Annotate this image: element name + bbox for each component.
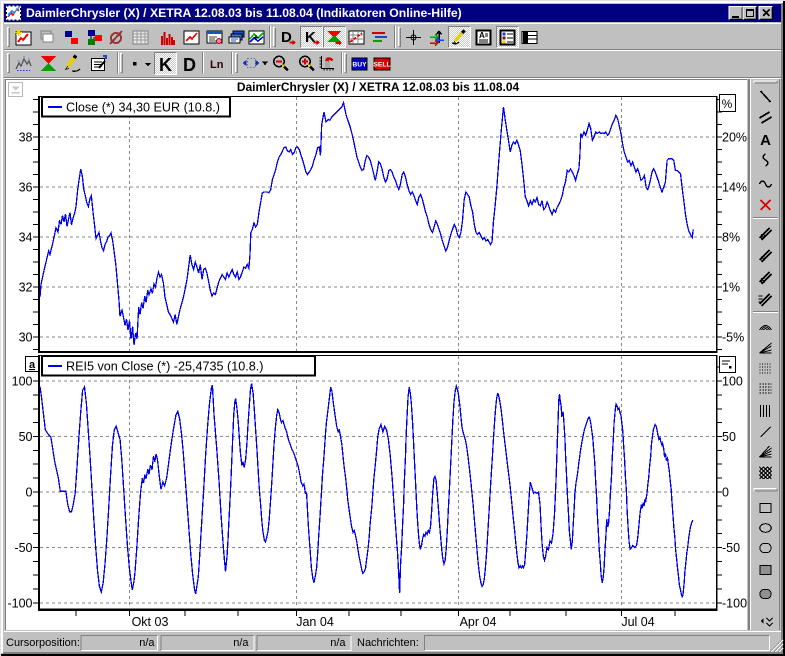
svg-text:a: a	[29, 359, 36, 371]
svg-text:50: 50	[19, 430, 33, 444]
svg-text:DaimlerChrysler (X) / XETRA 12: DaimlerChrysler (X) / XETRA 12.08.03 bis…	[237, 80, 520, 94]
svg-text:34: 34	[19, 231, 33, 245]
svg-text:14%: 14%	[722, 181, 747, 195]
svg-text:-100: -100	[722, 597, 747, 611]
svg-text:Jan 04: Jan 04	[296, 615, 334, 629]
svg-text:0: 0	[26, 486, 33, 500]
svg-text:30: 30	[19, 331, 33, 345]
svg-text:20%: 20%	[722, 131, 747, 145]
svg-text:-50: -50	[722, 541, 740, 555]
svg-text:Close (*) 34,30 EUR (10.8.): Close (*) 34,30 EUR (10.8.)	[66, 101, 220, 115]
svg-text:36: 36	[19, 181, 33, 195]
svg-text:%: %	[722, 97, 733, 111]
svg-text:D: D	[183, 55, 196, 75]
svg-text:Cursorposition:: Cursorposition:	[6, 637, 80, 649]
svg-text:REI5 von Close (*) -25,4735 (1: REI5 von Close (*) -25,4735 (10.8.)	[66, 360, 263, 374]
svg-text:1%: 1%	[722, 281, 740, 295]
svg-text:DaimlerChrysler (X) / XETRA 12: DaimlerChrysler (X) / XETRA 12.08.03 bis…	[26, 6, 462, 20]
svg-text:D: D	[281, 29, 292, 46]
svg-text:32: 32	[19, 281, 33, 295]
svg-text:100: 100	[12, 375, 33, 389]
svg-text:A: A	[479, 31, 485, 40]
svg-text:Nachrichten:: Nachrichten:	[357, 637, 419, 649]
svg-text:Jul 04: Jul 04	[621, 615, 654, 629]
svg-text:0: 0	[722, 486, 729, 500]
svg-text:-50: -50	[14, 541, 32, 555]
svg-text:-5%: -5%	[722, 331, 744, 345]
svg-text:50: 50	[722, 430, 736, 444]
svg-text:Apr 04: Apr 04	[460, 615, 497, 629]
svg-text:38: 38	[19, 131, 33, 145]
svg-text:K: K	[159, 55, 172, 75]
svg-text:K: K	[305, 29, 316, 46]
svg-text:-100: -100	[7, 597, 32, 611]
svg-text:Ln: Ln	[210, 59, 224, 71]
svg-text:n/a: n/a	[233, 637, 249, 649]
svg-text:SELL: SELL	[373, 62, 390, 69]
svg-text:n/a: n/a	[330, 637, 346, 649]
svg-text:A: A	[760, 132, 771, 149]
svg-text:BUY: BUY	[352, 62, 367, 69]
svg-text:n/a: n/a	[139, 637, 155, 649]
svg-text:Okt 03: Okt 03	[132, 615, 169, 629]
svg-text:100: 100	[722, 375, 743, 389]
svg-text:8%: 8%	[722, 231, 740, 245]
